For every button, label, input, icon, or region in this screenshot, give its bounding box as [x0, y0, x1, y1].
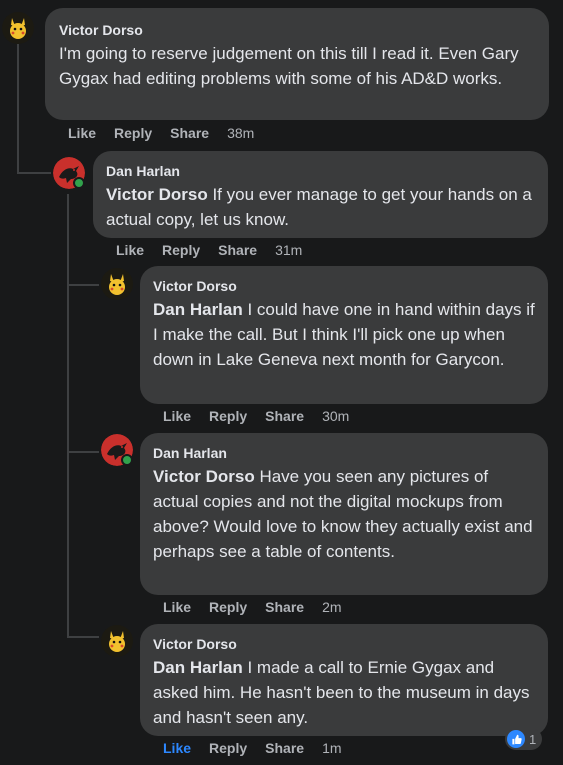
like-button[interactable]: Like [68, 125, 96, 141]
share-button[interactable]: Share [170, 125, 209, 141]
share-button[interactable]: Share [265, 408, 304, 424]
thread-line-sub-branch-3 [67, 636, 99, 638]
comment-actions: Like Reply Share 38m [68, 123, 254, 143]
comment-actions: Like Reply Share 2m [163, 597, 342, 617]
reaction-count: 1 [529, 731, 537, 747]
thread-line-branch [17, 172, 51, 174]
mention-link[interactable]: Victor Dorso [153, 467, 255, 486]
reply-button[interactable]: Reply [209, 740, 247, 756]
reply-button[interactable]: Reply [114, 125, 152, 141]
comment-actions: Like Reply Share 30m [163, 406, 349, 426]
comment-bubble: Victor Dorso I'm going to reserve judgem… [45, 8, 549, 120]
avatar[interactable] [101, 268, 133, 300]
mention-link[interactable]: Dan Harlan [153, 300, 243, 319]
comment-author[interactable]: Dan Harlan [153, 444, 536, 462]
reply-button[interactable]: Reply [209, 599, 247, 615]
thread-line-sub-branch-1 [67, 284, 99, 286]
like-button[interactable]: Like [163, 740, 191, 756]
comment-timestamp[interactable]: 2m [322, 599, 341, 615]
comment-author[interactable]: Dan Harlan [106, 162, 536, 180]
pikachu-avatar-icon [101, 625, 133, 657]
comment-author[interactable]: Victor Dorso [153, 277, 536, 295]
pikachu-avatar-icon [2, 12, 34, 44]
comment-bubble: Victor Dorso Dan Harlan I made a call to… [140, 624, 548, 736]
comment-timestamp[interactable]: 38m [227, 125, 254, 141]
thread-line-main [17, 44, 19, 174]
like-button[interactable]: Like [163, 408, 191, 424]
comment-actions: Like Reply Share 1m [163, 738, 342, 758]
comment-author[interactable]: Victor Dorso [153, 635, 536, 653]
pikachu-avatar-icon [101, 268, 133, 300]
comment-text: Dan Harlan I could have one in hand with… [153, 297, 536, 372]
share-button[interactable]: Share [218, 242, 257, 258]
comment-text: Victor Dorso Have you seen any pictures … [153, 464, 536, 564]
mention-link[interactable]: Dan Harlan [153, 658, 243, 677]
mention-link[interactable]: Victor Dorso [106, 185, 208, 204]
reply-button[interactable]: Reply [209, 408, 247, 424]
avatar[interactable] [101, 625, 133, 657]
comment-text: I'm going to reserve judgement on this t… [59, 44, 519, 88]
comment-text: Victor Dorso If you ever manage to get y… [106, 182, 536, 232]
comment-text: Dan Harlan I made a call to Ernie Gygax … [153, 655, 536, 730]
comment-bubble: Victor Dorso Dan Harlan I could have one… [140, 266, 548, 404]
like-button[interactable]: Like [163, 599, 191, 615]
online-status-indicator [121, 454, 133, 466]
share-button[interactable]: Share [265, 740, 304, 756]
comment-bubble: Dan Harlan Victor Dorso If you ever mana… [93, 151, 548, 238]
thread-line-sub [67, 194, 69, 636]
like-button[interactable]: Like [116, 242, 144, 258]
comment-author[interactable]: Victor Dorso [59, 21, 537, 39]
comment-actions: Like Reply Share 31m [116, 240, 302, 260]
thread-line-sub-branch-2 [67, 451, 99, 453]
comment-bubble: Dan Harlan Victor Dorso Have you seen an… [140, 433, 548, 595]
avatar[interactable] [2, 12, 34, 44]
thumbs-up-icon [507, 730, 525, 748]
reply-button[interactable]: Reply [162, 242, 200, 258]
online-status-indicator [73, 177, 85, 189]
share-button[interactable]: Share [265, 599, 304, 615]
comment-timestamp[interactable]: 30m [322, 408, 349, 424]
comment-timestamp[interactable]: 1m [322, 740, 341, 756]
comment-timestamp[interactable]: 31m [275, 242, 302, 258]
reaction-summary[interactable]: 1 [505, 728, 543, 750]
